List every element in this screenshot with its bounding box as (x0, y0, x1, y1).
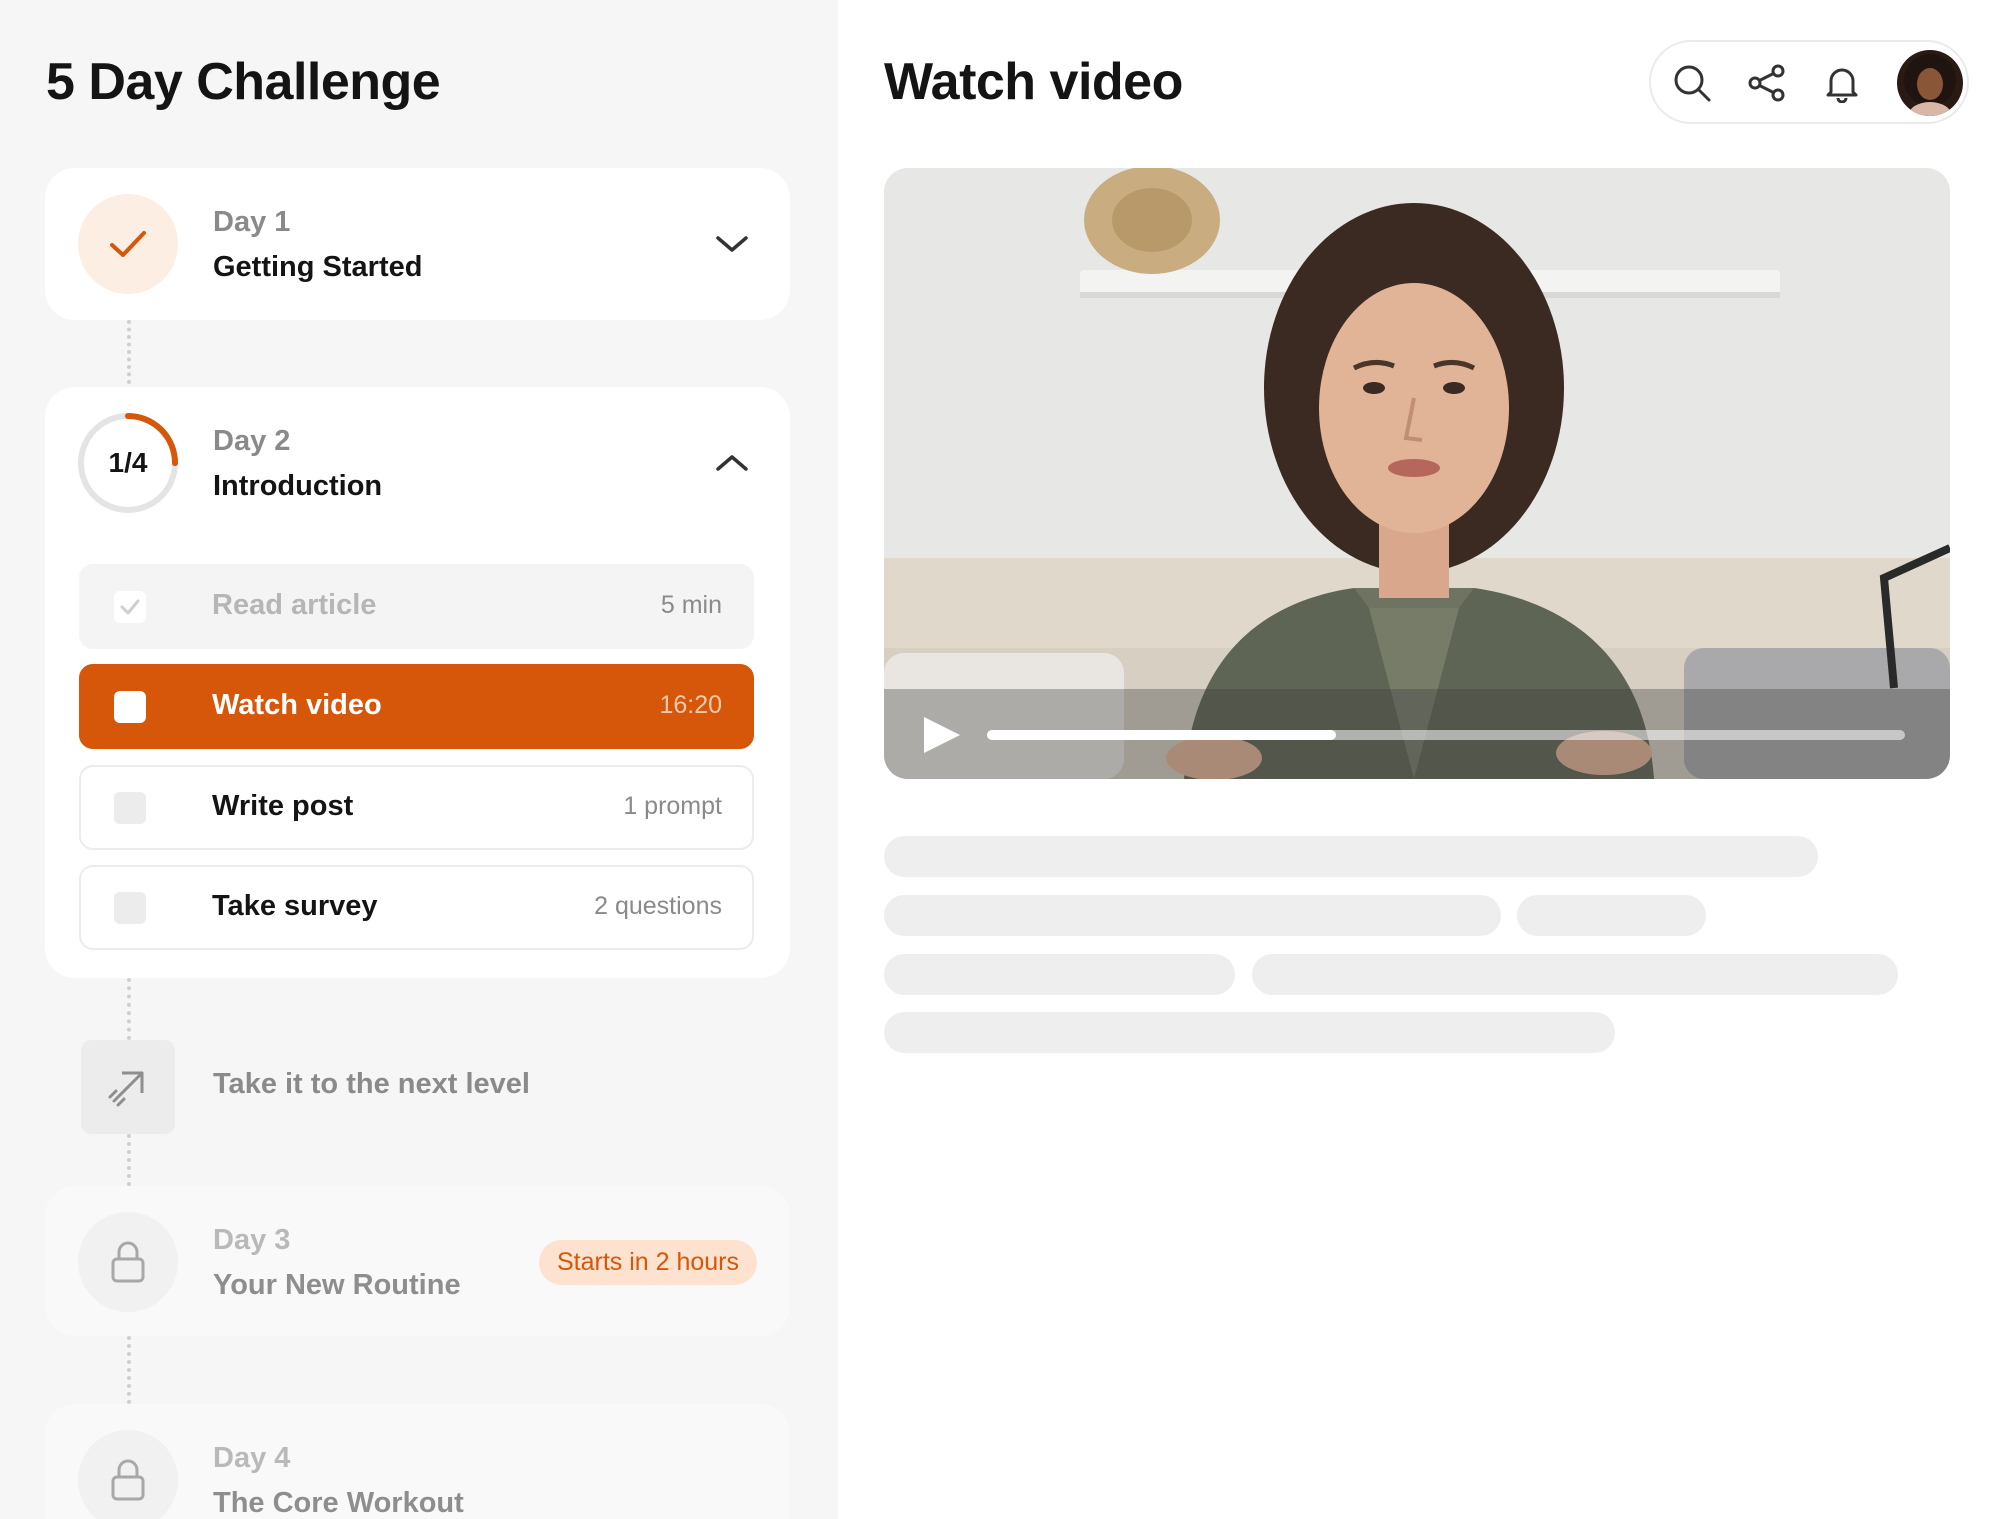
page-title: Watch video (884, 53, 1183, 111)
video-frame (884, 168, 1950, 779)
challenge-title: 5 Day Challenge (46, 53, 441, 111)
toolbar (1649, 40, 1969, 124)
lock-icon (78, 1430, 178, 1519)
share-icon[interactable] (1746, 62, 1788, 104)
day-label: Day 3 (213, 1224, 291, 1256)
completed-check-icon (78, 194, 178, 294)
bell-icon[interactable] (1821, 62, 1863, 104)
day-label: Day 2 (213, 425, 291, 457)
task-meta: 16:20 (659, 691, 722, 719)
task-read-article[interactable]: Read article 5 min (79, 564, 754, 649)
day-name: Your New Routine (213, 1269, 461, 1301)
skeleton-line (884, 1012, 1615, 1053)
lock-icon (78, 1212, 178, 1312)
task-name: Read article (212, 589, 377, 621)
video-player[interactable] (884, 168, 1950, 779)
user-avatar[interactable] (1897, 50, 1963, 116)
task-watch-video[interactable]: Watch video 16:20 (79, 664, 754, 749)
day-label: Day 1 (213, 206, 291, 238)
day-card-4[interactable]: Day 4 The Core Workout (45, 1404, 790, 1519)
video-progress-fill (987, 730, 1336, 740)
day-card-1[interactable]: Day 1 Getting Started (45, 168, 790, 320)
skeleton-line (884, 954, 1235, 995)
task-meta: 5 min (660, 591, 722, 619)
checkbox[interactable] (114, 792, 146, 824)
timeline-connector (127, 978, 131, 1040)
arrow-up-right-icon (81, 1040, 175, 1134)
timeline-connector (127, 1336, 131, 1404)
next-level-link[interactable]: Take it to the next level (213, 1068, 530, 1101)
checkbox-checked[interactable] (114, 591, 146, 623)
chevron-down-icon[interactable] (712, 224, 752, 264)
search-icon[interactable] (1671, 62, 1713, 104)
sidebar: 5 Day Challenge Day 1 Getting Started 1/… (0, 0, 838, 1519)
checkbox[interactable] (114, 691, 146, 723)
task-meta: 2 questions (594, 892, 722, 920)
day-card-2: 1/4 Day 2 Introduction Read article 5 mi… (45, 387, 790, 978)
skeleton-line (1252, 954, 1898, 995)
task-name: Watch video (212, 689, 382, 721)
day-name: Introduction (213, 470, 383, 502)
chevron-up-icon[interactable] (712, 443, 752, 483)
day-name: The Core Workout (213, 1487, 464, 1519)
task-name: Take survey (212, 890, 378, 922)
video-controls (884, 689, 1950, 779)
play-icon[interactable] (920, 714, 962, 756)
task-name: Write post (212, 790, 354, 822)
task-meta: 1 prompt (623, 792, 722, 820)
video-progress-bar[interactable] (987, 730, 1905, 740)
skeleton-line (884, 895, 1501, 936)
day-name: Getting Started (213, 251, 423, 283)
progress-count: 1/4 (108, 447, 148, 478)
checkbox[interactable] (114, 892, 146, 924)
day-label: Day 4 (213, 1442, 291, 1474)
day-card-3[interactable]: Day 3 Your New Routine Starts in 2 hours (45, 1186, 790, 1336)
skeleton-line (1517, 895, 1706, 936)
timeline-connector (127, 320, 131, 384)
task-take-survey[interactable]: Take survey 2 questions (79, 865, 754, 950)
skeleton-line (884, 836, 1818, 877)
starts-in-badge: Starts in 2 hours (538, 1240, 757, 1285)
task-write-post[interactable]: Write post 1 prompt (79, 765, 754, 850)
timeline-connector (127, 1134, 131, 1186)
